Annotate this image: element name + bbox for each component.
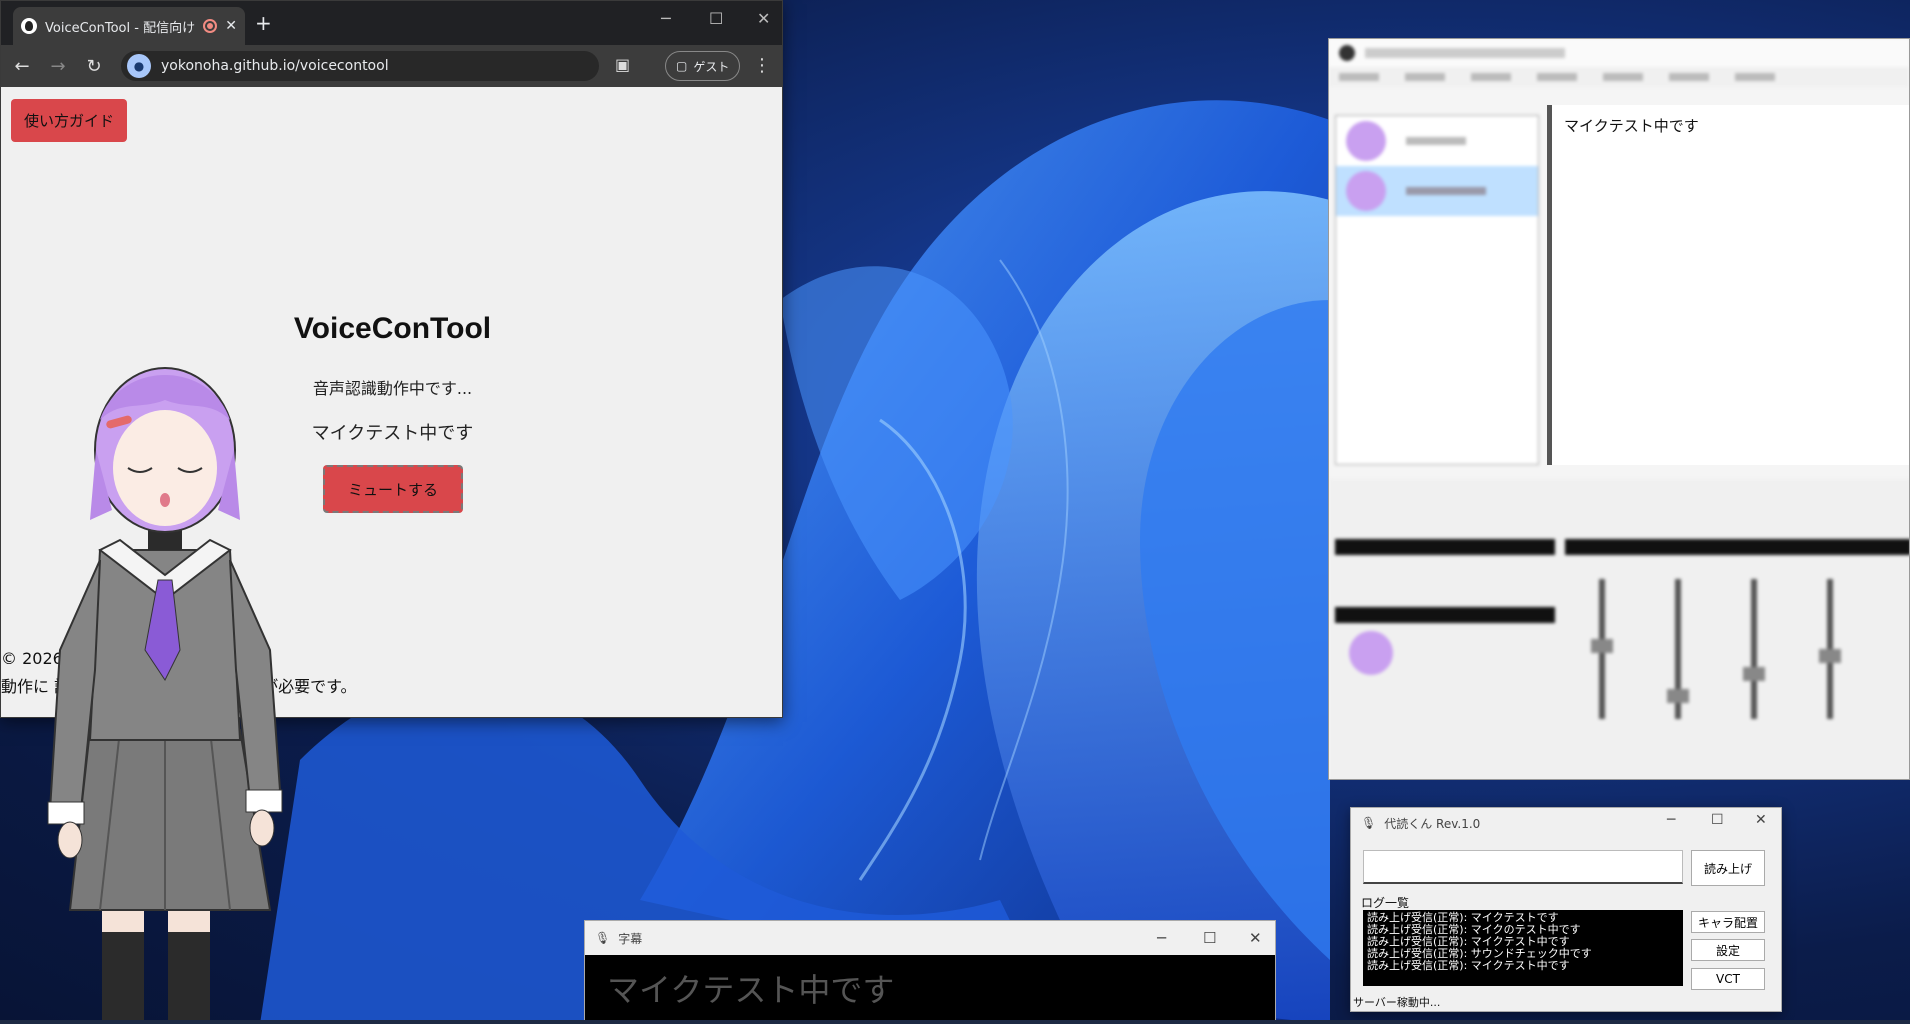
maximize-button[interactable]: ☐ xyxy=(1203,929,1216,947)
voice-editor-window: マイクテスト中です xyxy=(1328,38,1910,780)
slider-track[interactable] xyxy=(1751,579,1757,719)
app-icon xyxy=(1339,45,1355,61)
voice-list-item[interactable] xyxy=(1336,116,1538,166)
vct-button[interactable]: VCT xyxy=(1691,968,1765,990)
person-icon: ▢ xyxy=(676,59,688,73)
editor-titlebar xyxy=(1329,39,1909,67)
minimize-button[interactable]: ─ xyxy=(1157,929,1166,947)
slider-thumb[interactable] xyxy=(1743,667,1765,681)
maximize-button[interactable]: ☐ xyxy=(1711,812,1724,828)
minimize-button[interactable]: ─ xyxy=(1667,812,1675,828)
taskbar-edge xyxy=(0,1020,1910,1024)
menu-item[interactable] xyxy=(1669,73,1709,81)
log-line: 読み上げ受信(正常): マイクテスト中です xyxy=(1367,959,1570,972)
maximize-button[interactable]: ☐ xyxy=(709,9,723,28)
panel-header xyxy=(1335,607,1555,623)
cast-icon[interactable]: ▣ xyxy=(615,55,630,74)
menu-icon[interactable]: ⋮ xyxy=(753,55,771,76)
character-avatar xyxy=(47,367,283,1024)
editor-title-placeholder xyxy=(1365,48,1565,58)
voice-name-placeholder xyxy=(1406,187,1486,195)
url-text: yokonoha.github.io/voicecontool xyxy=(161,58,389,74)
minimize-button[interactable]: ─ xyxy=(661,9,671,28)
back-icon[interactable]: ← xyxy=(9,56,35,77)
app-icon: 🎙 xyxy=(595,931,611,945)
close-button[interactable]: ✕ xyxy=(1755,812,1767,828)
close-button[interactable]: ✕ xyxy=(1249,929,1262,947)
settings-button[interactable]: 設定 xyxy=(1691,939,1765,961)
forward-icon[interactable]: → xyxy=(45,56,71,77)
log-list: 読み上げ受信(正常): マイクテストです 読み上げ受信(正常): マイクのテスト… xyxy=(1363,910,1683,986)
guide-button[interactable]: 使い方ガイド xyxy=(11,99,127,142)
daidoku-title: 代読くん Rev.1.0 xyxy=(1384,816,1481,831)
menu-item[interactable] xyxy=(1537,73,1577,81)
slider-thumb[interactable] xyxy=(1591,639,1613,653)
editor-text-area[interactable]: マイクテスト中です xyxy=(1547,105,1909,465)
voice-list-panel xyxy=(1335,115,1539,465)
subtitle-display: マイクテスト中です xyxy=(585,955,1275,1024)
profile-button[interactable]: ▢ ゲスト xyxy=(665,51,741,81)
menu-item[interactable] xyxy=(1339,73,1379,81)
voice-name-placeholder xyxy=(1406,137,1466,145)
editor-menubar xyxy=(1329,67,1909,87)
page-title: VoiceConTool xyxy=(293,312,492,345)
microphone-icon[interactable]: ● xyxy=(127,54,151,78)
daidoku-titlebar: 🎙 代読くん Rev.1.0 ─ ☐ ✕ xyxy=(1351,808,1781,838)
menu-item[interactable] xyxy=(1735,73,1775,81)
tab-close-button[interactable]: ✕ xyxy=(225,18,237,34)
server-status: サーバー稼動中... xyxy=(1353,996,1441,1009)
recording-indicator-icon xyxy=(203,19,218,33)
voice-avatar xyxy=(1346,171,1386,211)
menu-item[interactable] xyxy=(1603,73,1643,81)
tab-strip: VoiceConTool - 配信向け音 ✕ + ─ ☐ ✕ xyxy=(1,1,782,45)
panel-header xyxy=(1565,539,1909,555)
subtitle-titlebar: 🎙 字幕 ─ ☐ ✕ xyxy=(585,921,1275,955)
read-aloud-button[interactable]: 読み上げ xyxy=(1691,850,1765,886)
subtitle-window: 🎙 字幕 ─ ☐ ✕ マイクテスト中です xyxy=(584,920,1276,1024)
profile-label: ゲスト xyxy=(693,59,730,74)
voice-avatar xyxy=(1346,121,1386,161)
subtitle-title: 字幕 xyxy=(618,931,643,946)
editor-text: マイクテスト中です xyxy=(1564,117,1699,135)
menu-item[interactable] xyxy=(1405,73,1445,81)
close-button[interactable]: ✕ xyxy=(757,9,770,28)
panel-header xyxy=(1335,539,1555,555)
browser-toolbar: ← → ↻ ● yokonoha.github.io/voicecontool … xyxy=(1,45,782,87)
new-tab-button[interactable]: + xyxy=(255,11,272,35)
voice-avatar xyxy=(1349,631,1393,675)
tab-voicecontool[interactable]: VoiceConTool - 配信向け音 ✕ xyxy=(13,7,245,45)
app-icon: 🎙 xyxy=(1361,816,1377,830)
menu-item[interactable] xyxy=(1471,73,1511,81)
read-text-input[interactable] xyxy=(1363,850,1683,884)
subtitle-text: マイクテスト中です xyxy=(607,971,895,1009)
tab-title: VoiceConTool - 配信向け音 xyxy=(45,20,196,36)
character-placement-button[interactable]: キャラ配置 xyxy=(1691,911,1765,933)
slider-thumb[interactable] xyxy=(1819,649,1841,663)
voice-list-item-selected[interactable] xyxy=(1336,166,1538,216)
reload-icon[interactable]: ↻ xyxy=(81,56,107,77)
daidoku-window: 🎙 代読くん Rev.1.0 ─ ☐ ✕ 読み上げ ログ一覧 読み上げ受信(正常… xyxy=(1350,807,1782,1012)
address-bar[interactable]: ● yokonoha.github.io/voicecontool xyxy=(121,51,599,81)
editor-parameters-panel xyxy=(1329,479,1909,779)
mute-button[interactable]: ミュートする xyxy=(323,465,463,513)
log-label: ログ一覧 xyxy=(1361,896,1410,910)
slider-thumb[interactable] xyxy=(1667,689,1689,703)
favicon-icon xyxy=(21,18,37,34)
